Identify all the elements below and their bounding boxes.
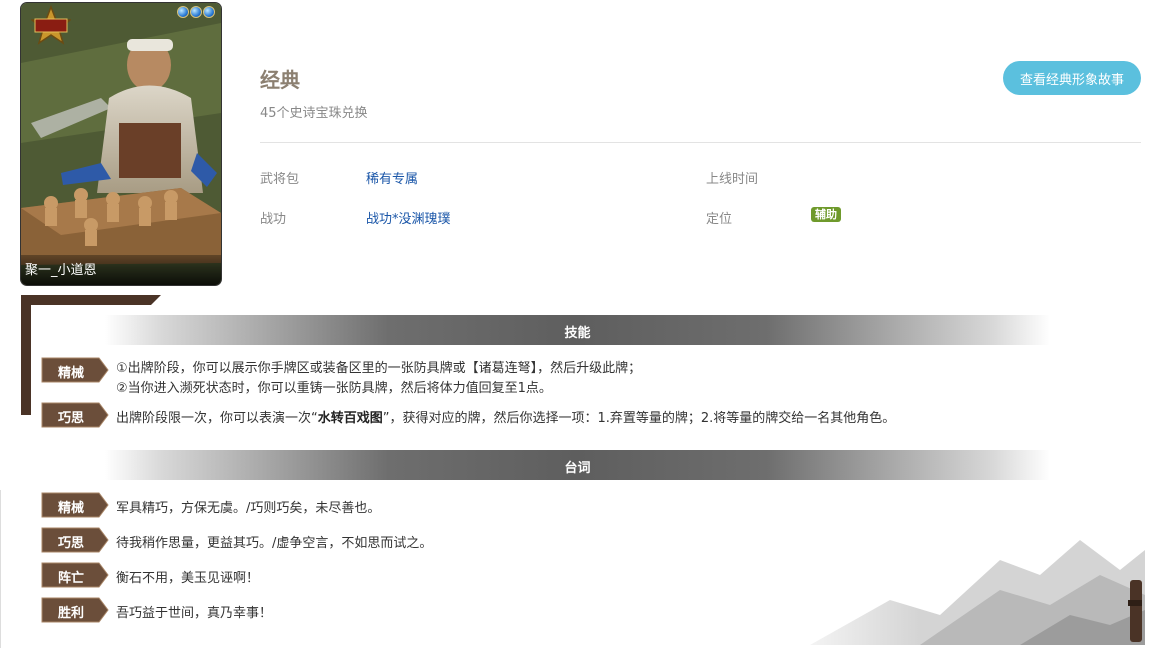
skill-description-line: ①出牌阶段，你可以展示你手牌区或装备区里的一张防具牌或【诸葛连弩】，然后升级此牌… xyxy=(116,361,642,376)
line-tag: 巧思 xyxy=(41,527,109,553)
skill-description: 出牌阶段限一次，你可以表演一次“水转百戏图”，获得对应的牌，然后你选择一项：1.… xyxy=(116,407,895,426)
line-tag-name: 胜利 xyxy=(57,606,84,621)
character-card-art: 聚一_小道恩 xyxy=(21,3,221,285)
skills-section-title: 技能 xyxy=(564,326,591,341)
line-tag-name: 精械 xyxy=(57,501,84,516)
scroll-decoration xyxy=(1128,580,1142,642)
skill-tag: 巧思 xyxy=(41,402,109,428)
skills-section-header: 技能 xyxy=(105,315,1050,345)
skill-tag: 精械 xyxy=(41,357,109,383)
view-story-button[interactable]: 查看经典形象故事 xyxy=(1003,61,1141,95)
skill-text-highlight: 水转百戏图 xyxy=(317,411,383,426)
line-tag-name: 巧思 xyxy=(57,536,84,551)
skill-name: 巧思 xyxy=(57,411,84,426)
release-time-label: 上线时间 xyxy=(706,172,759,187)
skill-description-line: ②当你进入濒死状态时，你可以重铸一张防具牌，然后将体力值回复至1点。 xyxy=(116,381,552,396)
line-tag: 胜利 xyxy=(41,597,109,623)
role-badge: 辅助 xyxy=(811,207,841,222)
role-label: 定位 xyxy=(706,212,733,227)
skill-text-part: 出牌阶段限一次，你可以表演一次“ xyxy=(116,411,318,426)
gem-icon xyxy=(190,6,202,18)
skin-subtitle: 45个史诗宝珠兑换 xyxy=(260,106,368,121)
left-border-line xyxy=(0,490,1,648)
merit-value-link[interactable]: 战功*没渊瑰璞 xyxy=(366,208,451,227)
voice-line-text: 吾巧益于世间，真乃幸事！ xyxy=(116,606,273,621)
ink-mountains-decoration xyxy=(770,480,1145,645)
character-name: 聚一_小道恩 xyxy=(25,263,97,278)
voice-line-text: 军具精巧，方保无虞。/巧则巧矣，未尽善也。 xyxy=(116,501,381,516)
lines-section-title: 台词 xyxy=(564,461,591,476)
skin-title: 经典 xyxy=(260,68,300,92)
merit-label: 战功 xyxy=(260,212,287,227)
line-tag: 阵亡 xyxy=(41,562,109,588)
line-tag: 精械 xyxy=(41,492,109,518)
gem-indicators xyxy=(177,6,215,18)
gem-icon xyxy=(177,6,189,18)
skill-text-part: ”，获得对应的牌，然后你选择一项：1.弃置等量的牌；2.将等量的牌交给一名其他角… xyxy=(382,411,896,426)
line-tag-name: 阵亡 xyxy=(57,571,84,586)
divider xyxy=(260,142,1141,143)
pack-value-link[interactable]: 稀有专属 xyxy=(366,168,418,187)
pack-label: 武将包 xyxy=(260,172,300,187)
lines-section-header: 台词 xyxy=(105,450,1050,480)
gem-icon xyxy=(203,6,215,18)
epic-star-badge xyxy=(31,5,71,45)
skill-name: 精械 xyxy=(57,366,84,381)
voice-line-text: 衡石不用，美玉见诬啊！ xyxy=(116,571,260,586)
voice-line-text: 待我稍作思量，更益其巧。/虚争空言，不如思而试之。 xyxy=(116,536,433,551)
corner-decoration xyxy=(21,295,161,415)
